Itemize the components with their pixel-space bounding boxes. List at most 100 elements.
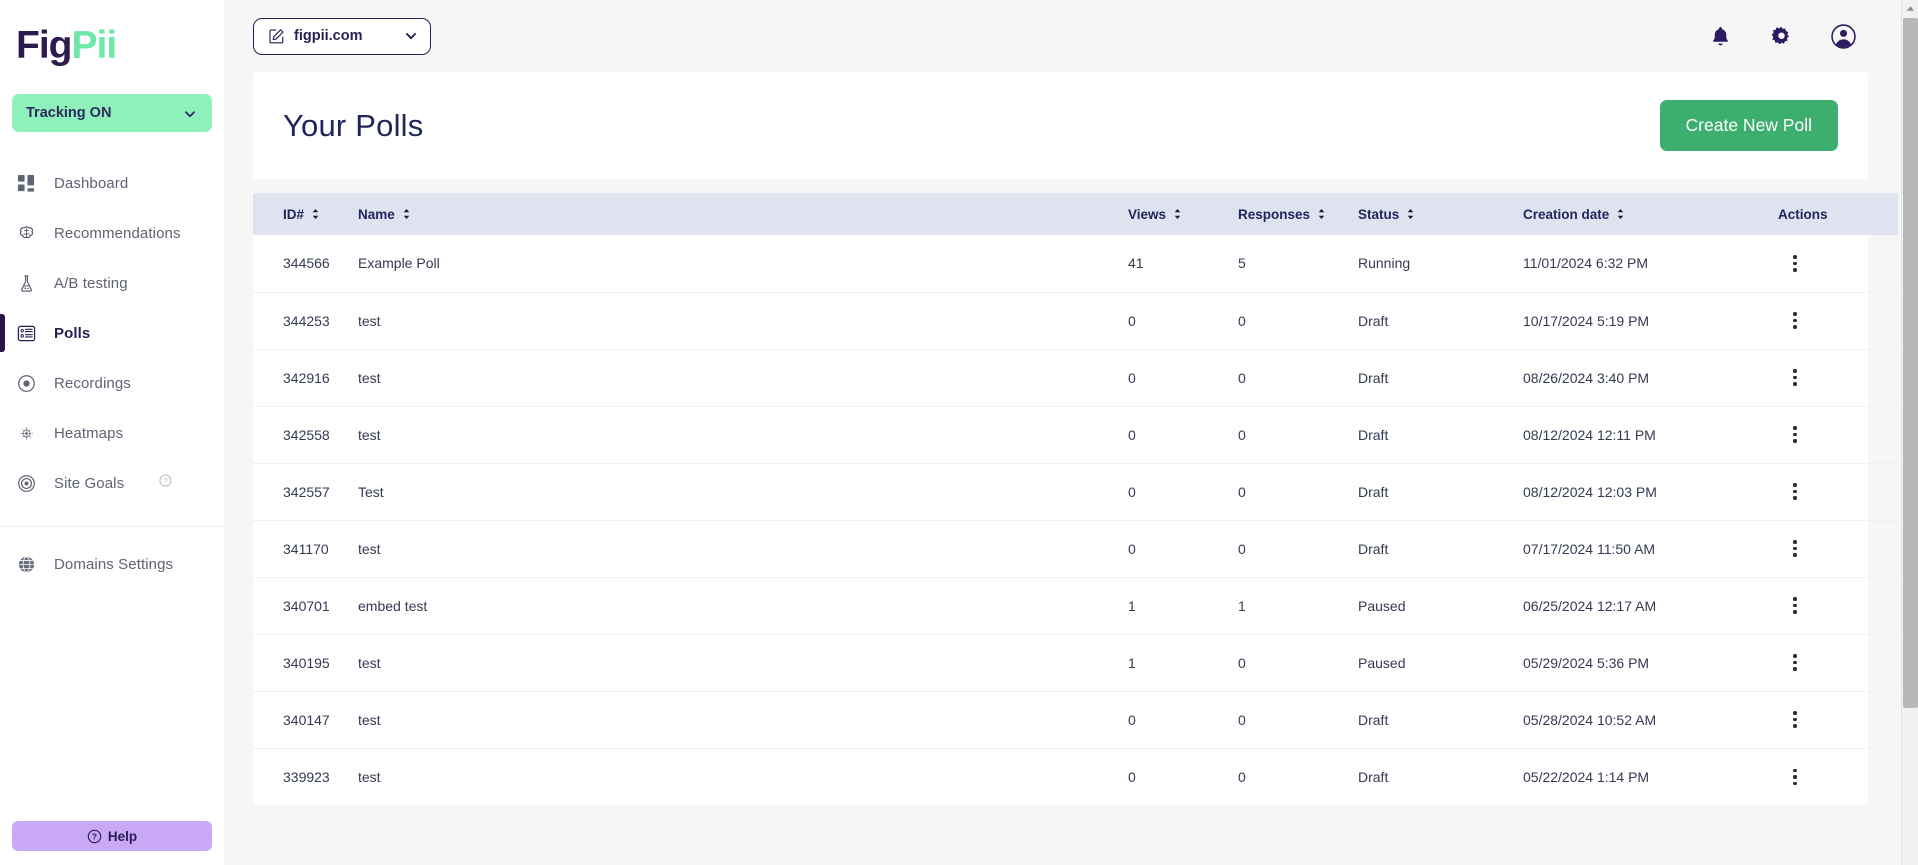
row-actions-menu-icon[interactable] <box>1784 365 1806 390</box>
sidebar-item-label: A/B testing <box>54 274 128 292</box>
bell-icon[interactable] <box>1709 25 1732 48</box>
cell-id: 339923 <box>283 768 330 785</box>
table-row[interactable]: 344566 Example Poll 41 5 Running 11/01/2024 6… <box>253 235 1898 292</box>
column-label: Status <box>1358 206 1400 222</box>
sidebar: FigPii Tracking ON Dashboard Recommendat… <box>0 0 224 865</box>
cell-responses: 1 <box>1238 597 1246 614</box>
sidebar-item-ab-testing[interactable]: A/B testing <box>0 258 224 308</box>
figpii-logo[interactable]: FigPii <box>0 0 224 65</box>
cell-id: 342558 <box>283 426 330 443</box>
table-row[interactable]: 340701 embed test 1 1 Paused 06/25/2024 12:17… <box>253 577 1898 634</box>
sidebar-item-recordings[interactable]: Recordings <box>0 358 224 408</box>
row-actions-menu-icon[interactable] <box>1784 422 1806 447</box>
cell-views: 0 <box>1128 483 1136 500</box>
tracking-toggle-label: Tracking ON <box>26 105 112 121</box>
cell-views: 0 <box>1128 768 1136 785</box>
cell-id: 340701 <box>283 597 330 614</box>
cell-responses: 0 <box>1238 540 1246 557</box>
column-header-id[interactable]: ID# <box>253 193 358 235</box>
cell-status: Draft <box>1358 369 1389 386</box>
row-actions-menu-icon[interactable] <box>1784 765 1806 790</box>
sidebar-item-domains-settings[interactable]: Domains Settings <box>0 539 224 589</box>
column-label: Views <box>1128 206 1167 222</box>
cell-id: 342557 <box>283 483 330 500</box>
cell-status: Draft <box>1358 768 1389 785</box>
sidebar-divider <box>0 526 224 527</box>
cell-name: test <box>358 426 381 443</box>
column-header-status[interactable]: Status <box>1358 193 1523 235</box>
polls-table: ID# Name Views Responses Status Creation… <box>253 193 1898 805</box>
user-avatar-icon[interactable] <box>1831 23 1856 49</box>
sort-icon <box>1317 208 1326 220</box>
page-scrollbar[interactable] <box>1901 0 1918 865</box>
table-row[interactable]: 342916 test 0 0 Draft 08/26/2024 3:40 PM <box>253 349 1898 406</box>
table-row[interactable]: 340195 test 1 0 Paused 05/29/2024 5:36 PM <box>253 634 1898 691</box>
cell-actions <box>1778 520 1898 577</box>
table-row[interactable]: 341170 test 0 0 Draft 07/17/2024 11:50 AM <box>253 520 1898 577</box>
column-header-name[interactable]: Name <box>358 193 1128 235</box>
cell-name: test <box>358 369 381 386</box>
svg-text:?: ? <box>163 476 167 485</box>
create-new-poll-button[interactable]: Create New Poll <box>1659 100 1838 151</box>
sidebar-item-label: Domains Settings <box>54 555 174 573</box>
sidebar-item-site-goals[interactable]: Site Goals ? <box>0 458 224 508</box>
domain-selector[interactable]: figpii.com <box>253 17 431 55</box>
polls-card: Your Polls Create New Poll <box>253 72 1868 179</box>
dashboard-icon <box>16 173 36 193</box>
cell-creation-date: 08/26/2024 3:40 PM <box>1523 369 1650 386</box>
row-actions-menu-icon[interactable] <box>1784 479 1806 504</box>
globe-icon <box>16 554 36 574</box>
scroll-up-arrow-icon[interactable] <box>1902 0 1918 17</box>
cell-status: Draft <box>1358 312 1389 329</box>
table-row[interactable]: 342557 Test 0 0 Draft 08/12/2024 12:03 PM <box>253 463 1898 520</box>
sidebar-item-polls[interactable]: Polls <box>0 308 224 358</box>
topbar: figpii.com <box>224 0 1918 72</box>
cell-id: 341170 <box>283 540 329 557</box>
sidebar-item-heatmaps[interactable]: Heatmaps <box>0 408 224 458</box>
row-actions-menu-icon[interactable] <box>1784 650 1806 675</box>
column-label: Name <box>358 206 395 222</box>
cell-status: Draft <box>1358 483 1389 500</box>
cell-actions <box>1778 577 1898 634</box>
cell-status: Draft <box>1358 711 1389 728</box>
help-button[interactable]: ? Help <box>12 821 212 851</box>
cell-views: 0 <box>1128 711 1136 728</box>
cell-name: test <box>358 768 381 785</box>
cell-views: 0 <box>1128 540 1136 557</box>
polls-table-container: ID# Name Views Responses Status Creation… <box>253 193 1898 805</box>
gear-icon[interactable] <box>1770 25 1793 48</box>
row-actions-menu-icon[interactable] <box>1784 536 1806 561</box>
sidebar-item-dashboard[interactable]: Dashboard <box>0 158 224 208</box>
cell-name: test <box>358 711 381 728</box>
cell-status: Running <box>1358 255 1411 272</box>
domain-selector-value: figpii.com <box>294 28 363 44</box>
table-row[interactable]: 339923 test 0 0 Draft 05/22/2024 1:14 PM <box>253 748 1898 805</box>
cell-name: Test <box>358 483 384 500</box>
sidebar-item-label: Heatmaps <box>54 424 124 442</box>
column-header-responses[interactable]: Responses <box>1238 193 1358 235</box>
table-row[interactable]: 342558 test 0 0 Draft 08/12/2024 12:11 PM <box>253 406 1898 463</box>
cell-status: Paused <box>1358 654 1406 671</box>
table-row[interactable]: 344253 test 0 0 Draft 10/17/2024 5:19 PM <box>253 292 1898 349</box>
cell-actions <box>1778 292 1898 349</box>
row-actions-menu-icon[interactable] <box>1784 308 1806 333</box>
tracking-toggle-button[interactable]: Tracking ON <box>12 94 212 132</box>
column-header-creation-date[interactable]: Creation date <box>1523 193 1778 235</box>
cell-creation-date: 05/28/2024 10:52 AM <box>1523 711 1657 728</box>
table-row[interactable]: 340147 test 0 0 Draft 05/28/2024 10:52 AM <box>253 691 1898 748</box>
row-actions-menu-icon[interactable] <box>1784 593 1806 618</box>
row-actions-menu-icon[interactable] <box>1784 251 1806 276</box>
target-icon <box>16 473 36 493</box>
cell-responses: 0 <box>1238 369 1246 386</box>
scrollbar-thumb[interactable] <box>1903 18 1918 708</box>
site-goals-help-icon[interactable]: ? <box>159 474 172 492</box>
cell-creation-date: 08/12/2024 12:03 PM <box>1523 483 1657 500</box>
cell-actions <box>1778 349 1898 406</box>
column-label: Actions <box>1778 206 1828 222</box>
column-header-views[interactable]: Views <box>1128 193 1238 235</box>
row-actions-menu-icon[interactable] <box>1784 707 1806 732</box>
cell-id: 342916 <box>283 369 330 386</box>
svg-text:?: ? <box>92 831 97 841</box>
logo-text-fig: Fig <box>16 24 72 67</box>
sidebar-item-recommendations[interactable]: Recommendations <box>0 208 224 258</box>
